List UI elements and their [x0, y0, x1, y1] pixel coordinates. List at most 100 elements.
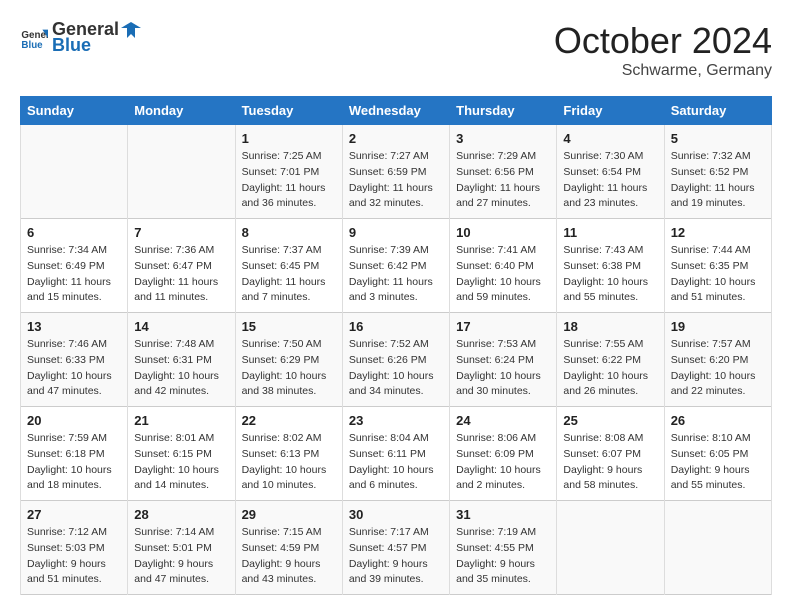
- logo: General Blue General Blue: [20, 20, 141, 56]
- day-detail: Sunrise: 8:01 AMSunset: 6:15 PMDaylight:…: [134, 431, 228, 494]
- logo-icon: General Blue: [20, 24, 48, 52]
- table-row: 30 Sunrise: 7:17 AMSunset: 4:57 PMDaylig…: [342, 501, 449, 595]
- table-row: 21 Sunrise: 8:01 AMSunset: 6:15 PMDaylig…: [128, 407, 235, 501]
- day-number: 3: [456, 131, 550, 146]
- day-detail: Sunrise: 7:29 AMSunset: 6:56 PMDaylight:…: [456, 149, 550, 212]
- location-title: Schwarme, Germany: [554, 62, 772, 80]
- day-number: 18: [563, 319, 657, 334]
- day-number: 10: [456, 225, 550, 240]
- day-number: 31: [456, 507, 550, 522]
- table-row: 8 Sunrise: 7:37 AMSunset: 6:45 PMDayligh…: [235, 219, 342, 313]
- table-row: 14 Sunrise: 7:48 AMSunset: 6:31 PMDaylig…: [128, 313, 235, 407]
- day-number: 14: [134, 319, 228, 334]
- day-detail: Sunrise: 7:15 AMSunset: 4:59 PMDaylight:…: [242, 525, 336, 588]
- table-row: 3 Sunrise: 7:29 AMSunset: 6:56 PMDayligh…: [450, 125, 557, 219]
- day-detail: Sunrise: 7:37 AMSunset: 6:45 PMDaylight:…: [242, 243, 336, 306]
- day-number: 21: [134, 413, 228, 428]
- title-block: October 2024 Schwarme, Germany: [554, 20, 772, 80]
- table-row: 31 Sunrise: 7:19 AMSunset: 4:55 PMDaylig…: [450, 501, 557, 595]
- table-row: 15 Sunrise: 7:50 AMSunset: 6:29 PMDaylig…: [235, 313, 342, 407]
- day-number: 2: [349, 131, 443, 146]
- col-saturday: Saturday: [664, 97, 771, 125]
- page-header: General Blue General Blue October 2024 S…: [20, 20, 772, 80]
- day-detail: Sunrise: 7:48 AMSunset: 6:31 PMDaylight:…: [134, 337, 228, 400]
- day-number: 6: [27, 225, 121, 240]
- table-row: 12 Sunrise: 7:44 AMSunset: 6:35 PMDaylig…: [664, 219, 771, 313]
- day-number: 22: [242, 413, 336, 428]
- table-row: 11 Sunrise: 7:43 AMSunset: 6:38 PMDaylig…: [557, 219, 664, 313]
- table-row: 27 Sunrise: 7:12 AMSunset: 5:03 PMDaylig…: [21, 501, 128, 595]
- day-detail: Sunrise: 7:41 AMSunset: 6:40 PMDaylight:…: [456, 243, 550, 306]
- day-number: 17: [456, 319, 550, 334]
- table-row: 22 Sunrise: 8:02 AMSunset: 6:13 PMDaylig…: [235, 407, 342, 501]
- table-row: 18 Sunrise: 7:55 AMSunset: 6:22 PMDaylig…: [557, 313, 664, 407]
- table-row: 17 Sunrise: 7:53 AMSunset: 6:24 PMDaylig…: [450, 313, 557, 407]
- col-tuesday: Tuesday: [235, 97, 342, 125]
- table-row: 1 Sunrise: 7:25 AMSunset: 7:01 PMDayligh…: [235, 125, 342, 219]
- day-detail: Sunrise: 7:25 AMSunset: 7:01 PMDaylight:…: [242, 149, 336, 212]
- table-row: 7 Sunrise: 7:36 AMSunset: 6:47 PMDayligh…: [128, 219, 235, 313]
- day-detail: Sunrise: 8:06 AMSunset: 6:09 PMDaylight:…: [456, 431, 550, 494]
- day-detail: Sunrise: 7:36 AMSunset: 6:47 PMDaylight:…: [134, 243, 228, 306]
- col-thursday: Thursday: [450, 97, 557, 125]
- col-monday: Monday: [128, 97, 235, 125]
- day-number: 11: [563, 225, 657, 240]
- table-row: 25 Sunrise: 8:08 AMSunset: 6:07 PMDaylig…: [557, 407, 664, 501]
- day-number: 28: [134, 507, 228, 522]
- day-detail: Sunrise: 7:39 AMSunset: 6:42 PMDaylight:…: [349, 243, 443, 306]
- day-number: 25: [563, 413, 657, 428]
- day-number: 30: [349, 507, 443, 522]
- day-detail: Sunrise: 7:17 AMSunset: 4:57 PMDaylight:…: [349, 525, 443, 588]
- table-row: 19 Sunrise: 7:57 AMSunset: 6:20 PMDaylig…: [664, 313, 771, 407]
- table-row: 6 Sunrise: 7:34 AMSunset: 6:49 PMDayligh…: [21, 219, 128, 313]
- day-number: 24: [456, 413, 550, 428]
- day-number: 9: [349, 225, 443, 240]
- logo-bird-icon: [121, 20, 141, 40]
- day-number: 4: [563, 131, 657, 146]
- day-number: 1: [242, 131, 336, 146]
- day-detail: Sunrise: 7:32 AMSunset: 6:52 PMDaylight:…: [671, 149, 765, 212]
- day-number: 8: [242, 225, 336, 240]
- day-detail: Sunrise: 7:30 AMSunset: 6:54 PMDaylight:…: [563, 149, 657, 212]
- col-friday: Friday: [557, 97, 664, 125]
- day-detail: Sunrise: 7:53 AMSunset: 6:24 PMDaylight:…: [456, 337, 550, 400]
- col-sunday: Sunday: [21, 97, 128, 125]
- day-detail: Sunrise: 7:14 AMSunset: 5:01 PMDaylight:…: [134, 525, 228, 588]
- col-wednesday: Wednesday: [342, 97, 449, 125]
- table-row: 4 Sunrise: 7:30 AMSunset: 6:54 PMDayligh…: [557, 125, 664, 219]
- table-row: 9 Sunrise: 7:39 AMSunset: 6:42 PMDayligh…: [342, 219, 449, 313]
- day-detail: Sunrise: 7:52 AMSunset: 6:26 PMDaylight:…: [349, 337, 443, 400]
- day-number: 13: [27, 319, 121, 334]
- day-number: 16: [349, 319, 443, 334]
- day-detail: Sunrise: 7:59 AMSunset: 6:18 PMDaylight:…: [27, 431, 121, 494]
- day-number: 12: [671, 225, 765, 240]
- day-detail: Sunrise: 8:02 AMSunset: 6:13 PMDaylight:…: [242, 431, 336, 494]
- day-detail: Sunrise: 7:50 AMSunset: 6:29 PMDaylight:…: [242, 337, 336, 400]
- day-detail: Sunrise: 7:12 AMSunset: 5:03 PMDaylight:…: [27, 525, 121, 588]
- month-title: October 2024: [554, 20, 772, 62]
- table-row: [557, 501, 664, 595]
- day-detail: Sunrise: 7:34 AMSunset: 6:49 PMDaylight:…: [27, 243, 121, 306]
- day-detail: Sunrise: 7:55 AMSunset: 6:22 PMDaylight:…: [563, 337, 657, 400]
- table-row: 28 Sunrise: 7:14 AMSunset: 5:01 PMDaylig…: [128, 501, 235, 595]
- day-detail: Sunrise: 8:10 AMSunset: 6:05 PMDaylight:…: [671, 431, 765, 494]
- table-row: [128, 125, 235, 219]
- table-row: 20 Sunrise: 7:59 AMSunset: 6:18 PMDaylig…: [21, 407, 128, 501]
- day-number: 7: [134, 225, 228, 240]
- day-detail: Sunrise: 7:44 AMSunset: 6:35 PMDaylight:…: [671, 243, 765, 306]
- day-detail: Sunrise: 7:19 AMSunset: 4:55 PMDaylight:…: [456, 525, 550, 588]
- table-row: 29 Sunrise: 7:15 AMSunset: 4:59 PMDaylig…: [235, 501, 342, 595]
- table-row: 5 Sunrise: 7:32 AMSunset: 6:52 PMDayligh…: [664, 125, 771, 219]
- calendar-table: Sunday Monday Tuesday Wednesday Thursday…: [20, 96, 772, 595]
- table-row: 23 Sunrise: 8:04 AMSunset: 6:11 PMDaylig…: [342, 407, 449, 501]
- day-number: 5: [671, 131, 765, 146]
- table-row: [21, 125, 128, 219]
- table-row: 13 Sunrise: 7:46 AMSunset: 6:33 PMDaylig…: [21, 313, 128, 407]
- day-detail: Sunrise: 7:57 AMSunset: 6:20 PMDaylight:…: [671, 337, 765, 400]
- day-detail: Sunrise: 7:27 AMSunset: 6:59 PMDaylight:…: [349, 149, 443, 212]
- day-number: 29: [242, 507, 336, 522]
- table-row: [664, 501, 771, 595]
- day-detail: Sunrise: 7:43 AMSunset: 6:38 PMDaylight:…: [563, 243, 657, 306]
- day-number: 20: [27, 413, 121, 428]
- day-number: 19: [671, 319, 765, 334]
